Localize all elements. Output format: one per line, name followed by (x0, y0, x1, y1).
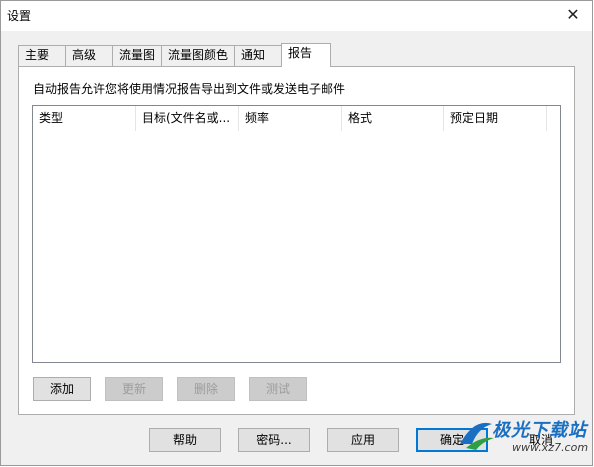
reports-list[interactable]: 类型 目标(文件名或... 频率 格式 预定日期 (32, 105, 561, 363)
watermark-url: www.xz7.com (512, 441, 589, 454)
watermark: 极光下载站 www.xz7.com (456, 408, 592, 464)
reports-description: 自动报告允许您将使用情况报告导出到文件或发送电子邮件 (33, 82, 346, 96)
tab-traffic-graph[interactable]: 流量图 (112, 45, 162, 66)
tab-main[interactable]: 主要 (18, 45, 66, 66)
settings-dialog: 设置 ✕ 主要 高级 流量图 流量图颜色 通知 报告 自动报告允许您将使用情况报… (0, 0, 593, 466)
dialog-title: 设置 (7, 9, 32, 23)
tab-reports[interactable]: 报告 (281, 43, 331, 67)
reports-panel: 自动报告允许您将使用情况报告导出到文件或发送电子邮件 类型 目标(文件名或...… (18, 66, 575, 415)
title-bar: 设置 ✕ (1, 1, 592, 31)
test-report-button[interactable]: 测试 (249, 377, 307, 401)
update-report-button[interactable]: 更新 (105, 377, 163, 401)
delete-report-button[interactable]: 删除 (177, 377, 235, 401)
apply-button[interactable]: 应用 (327, 428, 399, 452)
tab-traffic-graph-colors[interactable]: 流量图颜色 (161, 45, 235, 66)
watermark-text: 极光下载站 (492, 420, 587, 441)
help-button[interactable]: 帮助 (149, 428, 221, 452)
close-icon[interactable]: ✕ (562, 5, 584, 25)
column-header-target[interactable]: 目标(文件名或... (136, 106, 239, 131)
column-header-type[interactable]: 类型 (33, 106, 136, 131)
tab-advanced[interactable]: 高级 (65, 45, 113, 66)
password-button[interactable]: 密码... (238, 428, 310, 452)
column-header-frequency[interactable]: 频率 (239, 106, 342, 131)
watermark-logo-icon (460, 422, 494, 450)
column-header-format[interactable]: 格式 (342, 106, 444, 131)
column-header-scheduled-date[interactable]: 预定日期 (444, 106, 547, 131)
tab-notifications[interactable]: 通知 (234, 45, 282, 66)
add-report-button[interactable]: 添加 (33, 377, 91, 401)
